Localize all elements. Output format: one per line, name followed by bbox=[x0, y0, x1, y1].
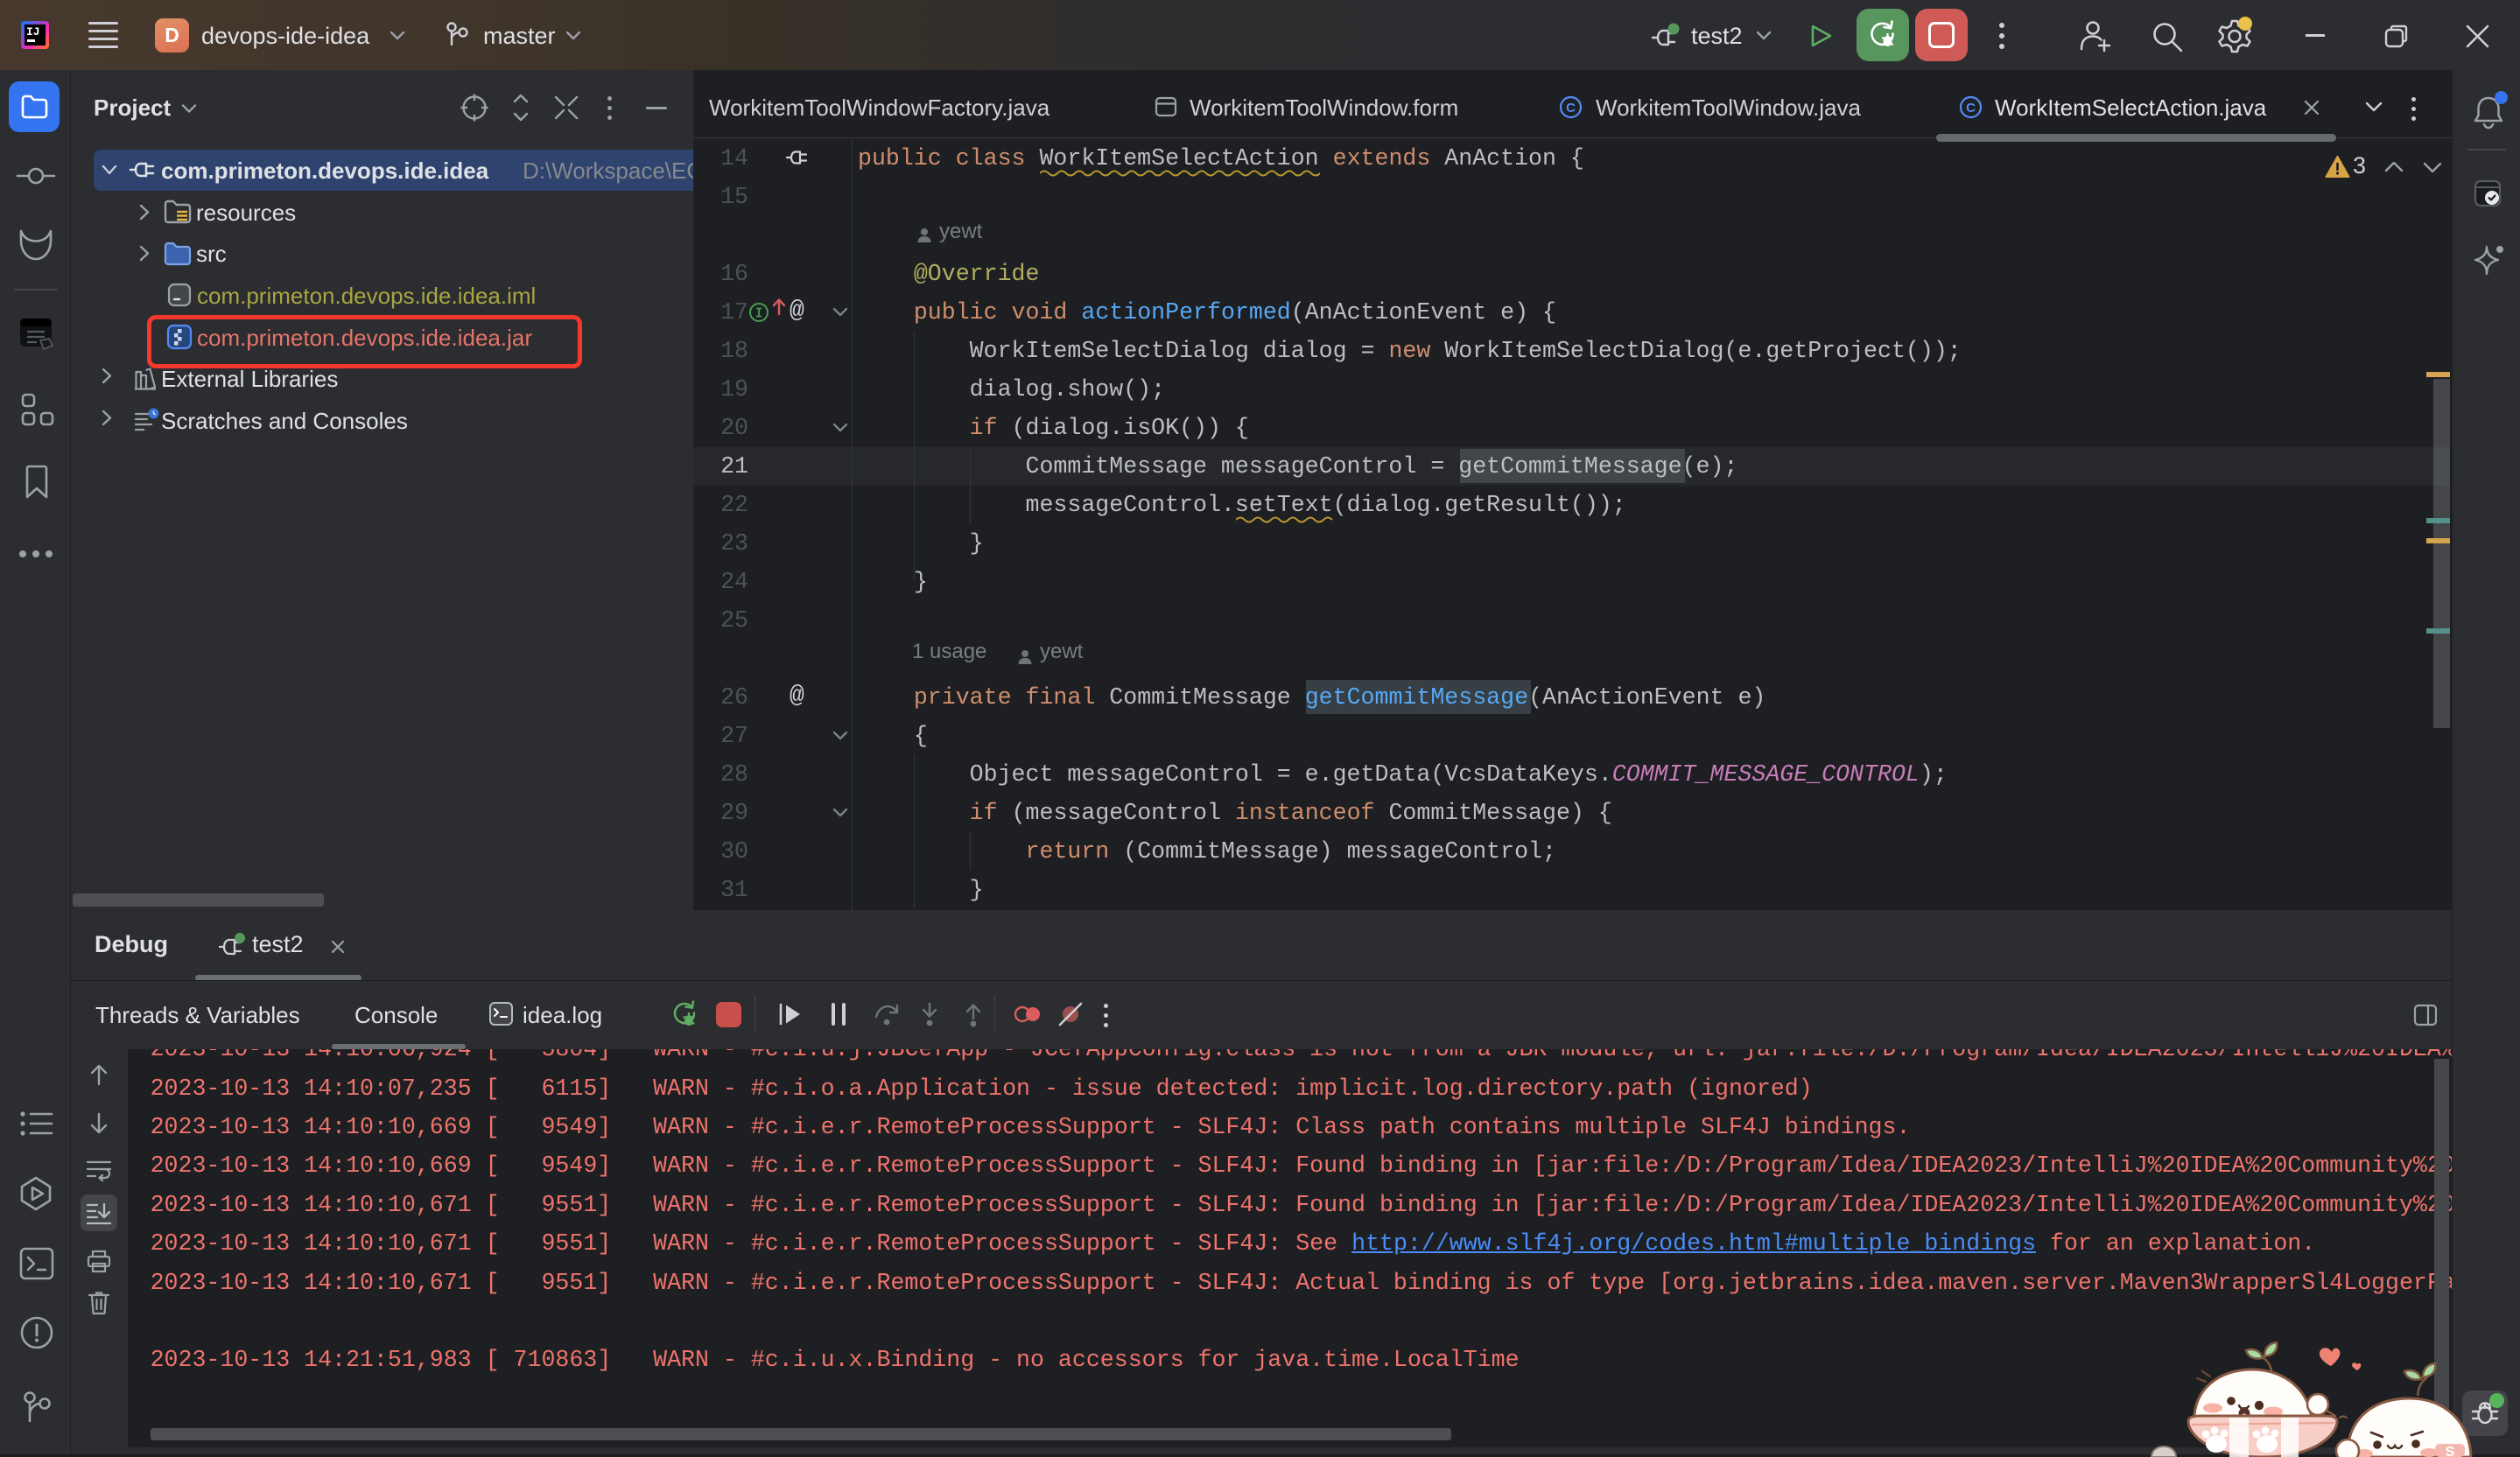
svg-text:S: S bbox=[2446, 1445, 2455, 1457]
svg-text:C: C bbox=[1966, 101, 1976, 116]
svg-text:C: C bbox=[1566, 101, 1576, 116]
